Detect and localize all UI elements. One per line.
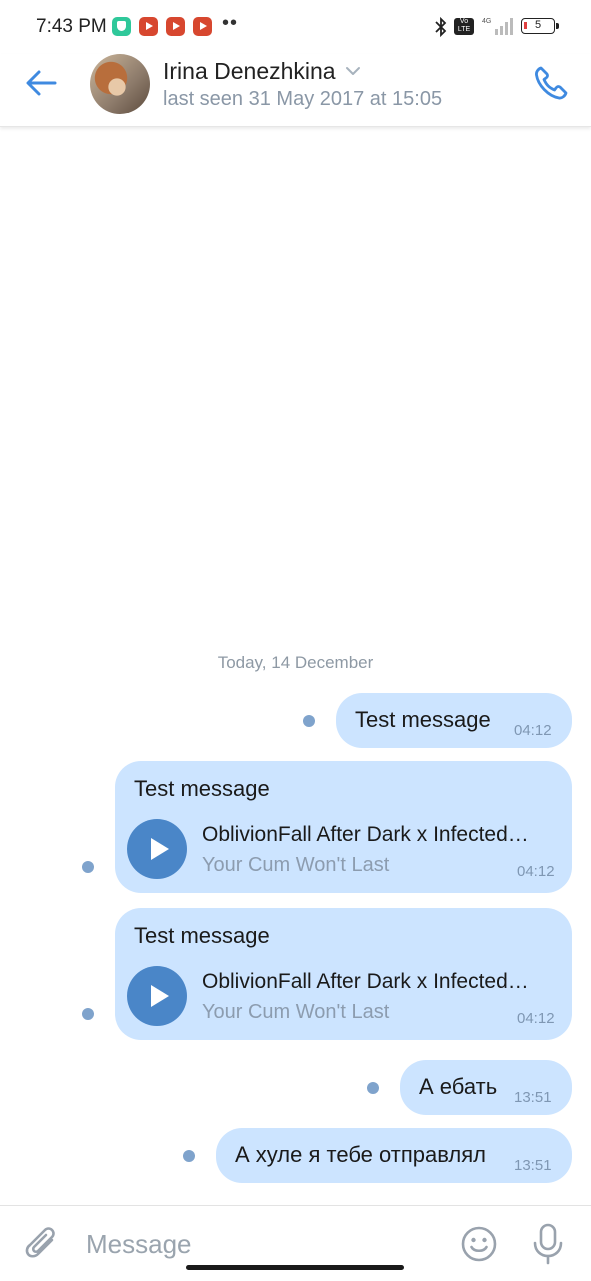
message-bubble[interactable]: Test message OblivionFall After Dark x I…	[115, 908, 572, 1040]
message-text: Test message	[134, 923, 270, 948]
track-title: OblivionFall After Dark x Infected…	[202, 823, 529, 846]
message-bubble[interactable]: А хуле я тебе отправлял 13:51	[216, 1128, 572, 1183]
battery-icon: 5	[521, 18, 559, 34]
youtube-notification-icon	[166, 17, 185, 36]
paperclip-icon[interactable]	[24, 1224, 60, 1264]
unread-indicator	[82, 861, 94, 873]
microphone-icon[interactable]	[532, 1223, 564, 1265]
phone-call-icon[interactable]	[532, 64, 570, 102]
youtube-notification-icon	[139, 17, 158, 36]
unread-indicator	[303, 715, 315, 727]
status-bar: 7:43 PM •• Vo LTE 4G 5	[0, 0, 591, 54]
message-text: А ебать	[419, 1074, 498, 1099]
chat-header: Irina Denezhkina last seen 31 May 2017 a…	[0, 54, 591, 127]
message-text: Test message	[134, 776, 270, 801]
unread-indicator	[82, 1008, 94, 1020]
emoji-smile-icon[interactable]	[460, 1225, 498, 1263]
date-separator: Today, 14 December	[217, 653, 374, 672]
message-bubble[interactable]: А ебать 13:51	[400, 1060, 572, 1115]
signal-icon: 4G	[482, 18, 513, 35]
message-time: 04:12	[517, 1010, 555, 1027]
track-artist: Your Cum Won't Last	[202, 854, 390, 876]
volte-icon: Vo LTE	[454, 18, 474, 35]
youtube-notification-icon	[193, 17, 212, 36]
play-button[interactable]	[127, 819, 187, 879]
track-title: OblivionFall After Dark x Infected…	[202, 970, 529, 993]
play-button[interactable]	[127, 966, 187, 1026]
message-time: 04:12	[514, 722, 552, 739]
message-time: 13:51	[514, 1089, 552, 1106]
message-bubble[interactable]: Test message 04:12	[336, 693, 572, 748]
status-time: 7:43 PM	[36, 16, 107, 37]
unread-indicator	[367, 1082, 379, 1094]
chevron-down-icon[interactable]	[345, 66, 361, 76]
home-indicator[interactable]	[186, 1265, 404, 1270]
unread-indicator	[183, 1150, 195, 1162]
message-text: А хуле я тебе отправлял	[235, 1142, 487, 1167]
message-input[interactable]	[86, 1226, 436, 1262]
contact-avatar[interactable]	[90, 54, 150, 114]
message-time: 13:51	[514, 1157, 552, 1174]
track-artist: Your Cum Won't Last	[202, 1001, 390, 1023]
contact-name[interactable]: Irina Denezhkina	[163, 58, 336, 85]
back-arrow-icon[interactable]	[22, 66, 62, 100]
message-list[interactable]: Today, 14 December Test message 04:12 Te…	[0, 127, 591, 1205]
shield-notification-icon	[112, 17, 131, 36]
network-type-label: 4G	[482, 18, 491, 25]
message-bubble[interactable]: Test message OblivionFall After Dark x I…	[115, 761, 572, 893]
message-time: 04:12	[517, 863, 555, 880]
bluetooth-icon	[435, 16, 447, 38]
more-notifications-icon: ••	[222, 12, 239, 34]
message-text: Test message	[355, 707, 491, 732]
last-seen-status: last seen 31 May 2017 at 15:05	[163, 88, 443, 110]
